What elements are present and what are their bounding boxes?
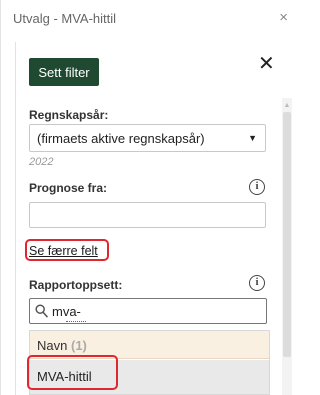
dropdown-group-header: Navn (1) <box>30 331 269 359</box>
scroll-up-icon[interactable]: ▲ <box>282 102 292 109</box>
dropdown-option[interactable]: MVA-hittil <box>30 360 269 394</box>
accounting-year-select[interactable]: (firmaets aktive regnskapsår) ▼ <box>29 124 266 152</box>
group-count: (1) <box>70 338 87 353</box>
filter-panel: Utvalg - MVA-hittil × Sett filter ✕ ▲ Re… <box>0 0 298 395</box>
forecast-from-label: Prognose fra: <box>29 181 108 195</box>
search-input[interactable] <box>52 302 252 320</box>
report-setup-label: Rapportoppsett: <box>29 278 123 292</box>
close-icon[interactable]: ✕ <box>258 54 275 74</box>
show-fewer-fields-link[interactable]: Se færre felt <box>29 244 98 258</box>
spellcheck-underline <box>66 320 86 322</box>
accounting-year-value: (firmaets aktive regnskapsår) <box>37 131 205 146</box>
search-icon <box>35 304 48 318</box>
accounting-year-hint: 2022 <box>29 156 54 168</box>
accounting-year-label: Regnskapsår: <box>29 108 109 122</box>
dropdown-group-label: Navn (1) <box>37 338 87 353</box>
scrollbar-thumb[interactable] <box>283 112 291 357</box>
panel-title: Utvalg - MVA-hittil <box>13 11 117 26</box>
scrollbar[interactable]: ▲ <box>282 98 292 395</box>
panel-close-icon[interactable]: × <box>279 10 288 25</box>
info-icon[interactable]: i <box>249 179 265 195</box>
report-setup-dropdown: Navn (1) MVA-hittil <box>29 330 270 395</box>
info-icon[interactable]: i <box>249 275 265 291</box>
dropdown-option-label: MVA-hittil <box>37 369 92 384</box>
chevron-down-icon: ▼ <box>248 133 257 143</box>
report-setup-search[interactable] <box>29 298 267 324</box>
set-filter-button[interactable]: Sett filter <box>29 58 99 86</box>
panel-header: Utvalg - MVA-hittil × <box>1 0 298 40</box>
group-name: Navn <box>37 338 68 353</box>
forecast-from-input[interactable] <box>29 202 266 228</box>
